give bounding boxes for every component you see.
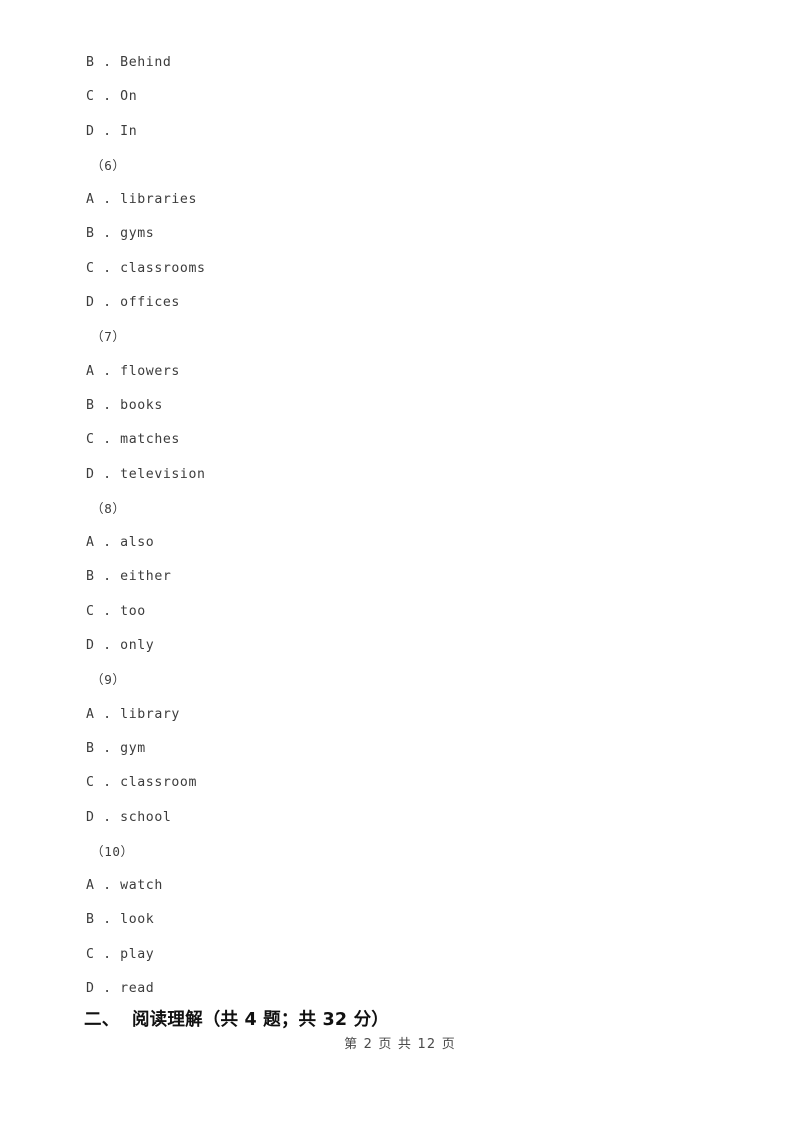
- answer-option[interactable]: C . classroom: [86, 766, 726, 800]
- answer-option[interactable]: D . television: [86, 458, 726, 492]
- question-number: （9）: [91, 672, 126, 688]
- answer-option[interactable]: A . libraries: [86, 183, 726, 217]
- answer-option[interactable]: D . school: [86, 801, 726, 835]
- answer-option[interactable]: D . offices: [86, 286, 726, 320]
- question-number: （6）: [91, 157, 126, 173]
- answer-option[interactable]: B . gyms: [86, 217, 726, 251]
- answer-option[interactable]: B . either: [86, 560, 726, 594]
- answer-option[interactable]: D . only: [86, 629, 726, 663]
- page-footer: 第 2 页 共 12 页: [344, 1037, 456, 1052]
- section-heading-reading-comprehension: 二、 阅读理解（共 4 题；共 32 分）: [84, 1010, 389, 1030]
- answer-option[interactable]: D . In: [86, 115, 726, 149]
- question-options-list: B . Behind C . On D . In （6） A . libraries B …: [86, 46, 726, 1006]
- answer-option[interactable]: C . classrooms: [86, 252, 726, 286]
- answer-option[interactable]: C . too: [86, 595, 726, 629]
- question-number: （7）: [91, 329, 126, 345]
- answer-option[interactable]: B . Behind: [86, 46, 726, 80]
- answer-option[interactable]: A . watch: [86, 869, 726, 903]
- answer-option[interactable]: B . look: [86, 903, 726, 937]
- answer-option[interactable]: C . matches: [86, 423, 726, 457]
- answer-option[interactable]: D . read: [86, 972, 726, 1006]
- answer-option[interactable]: A . also: [86, 526, 726, 560]
- answer-option[interactable]: B . books: [86, 389, 726, 423]
- answer-option[interactable]: C . On: [86, 80, 726, 114]
- exam-paper-page: B . Behind C . On D . In （6） A . libraries B …: [0, 0, 800, 1132]
- answer-option[interactable]: C . play: [86, 938, 726, 972]
- answer-option[interactable]: A . library: [86, 698, 726, 732]
- question-number: （8）: [91, 500, 126, 516]
- answer-option[interactable]: A . flowers: [86, 355, 726, 389]
- answer-option[interactable]: B . gym: [86, 732, 726, 766]
- question-number: （10）: [91, 843, 134, 859]
